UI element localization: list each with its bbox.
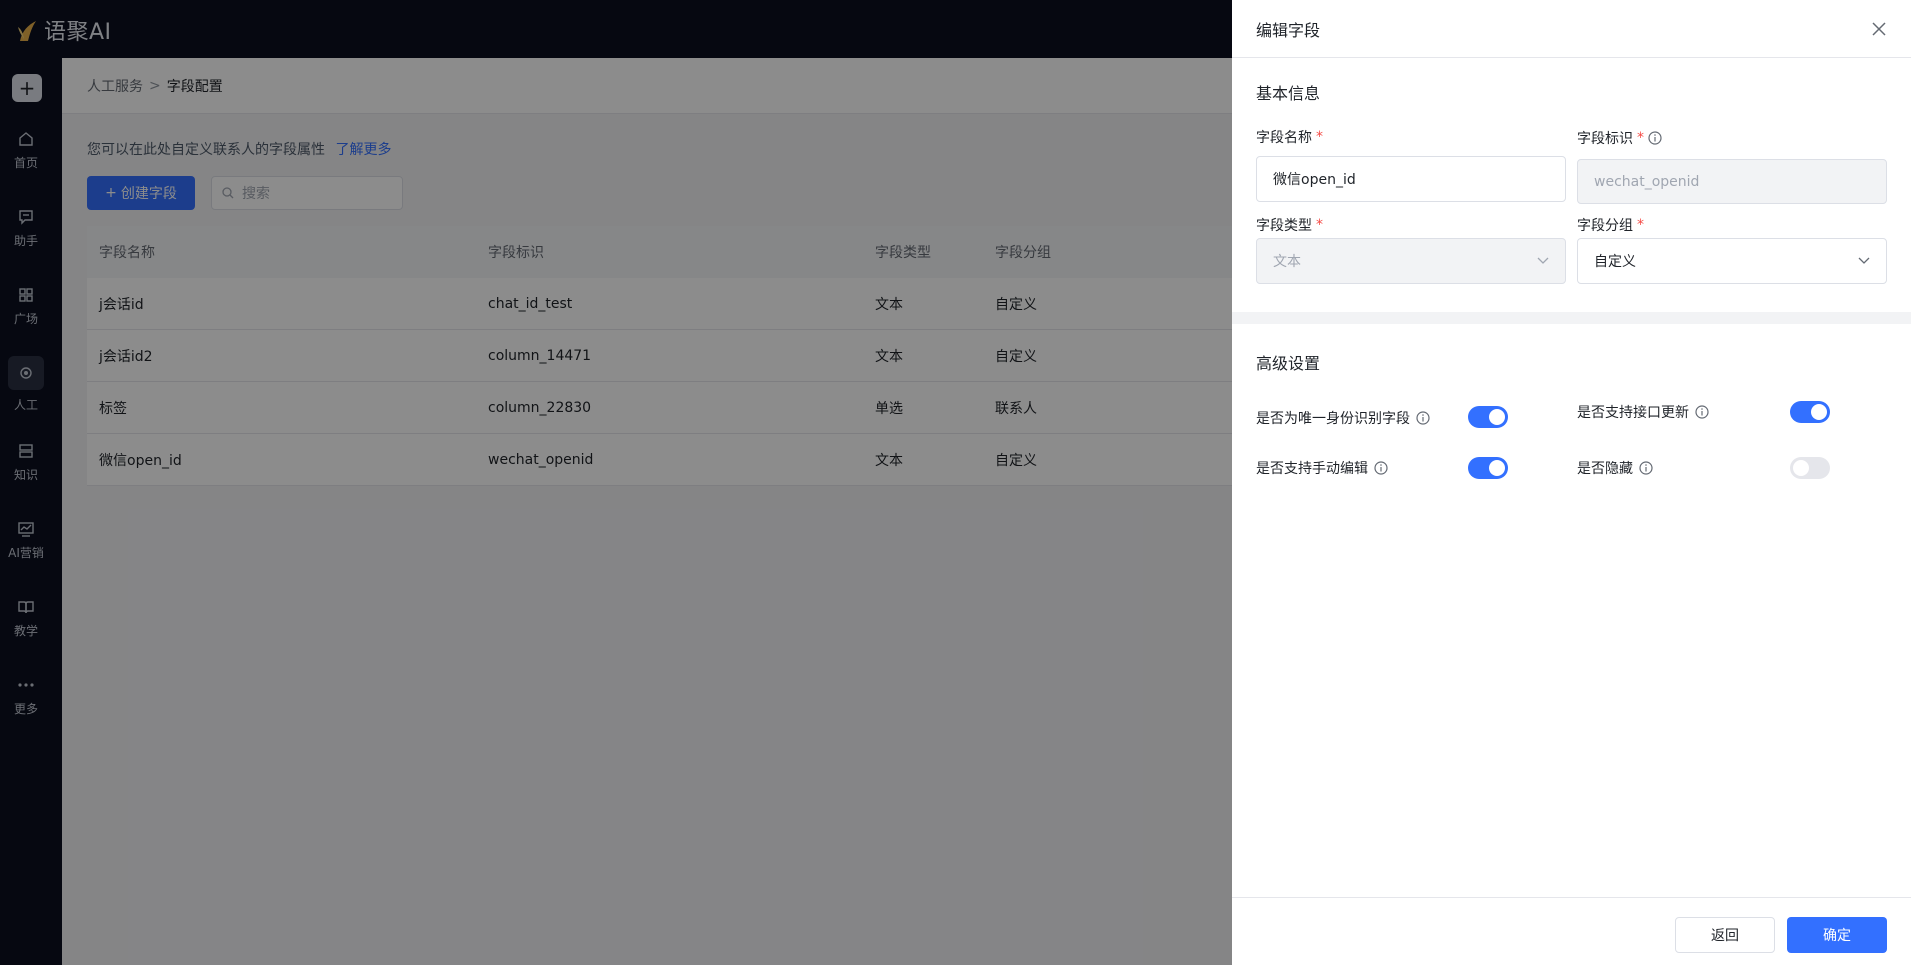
field-type-label-text: 字段类型	[1256, 218, 1312, 234]
field-name-label: 字段名称 *	[1256, 127, 1323, 147]
field-key-value: wechat_openid	[1594, 173, 1700, 190]
section-divider	[1232, 312, 1911, 324]
field-group-select[interactable]: 自定义	[1577, 238, 1887, 284]
field-key-label-text: 字段标识	[1577, 131, 1633, 147]
field-type-select: 文本	[1256, 238, 1566, 284]
field-key-label: 字段标识 *	[1577, 128, 1662, 148]
close-icon[interactable]	[1871, 21, 1887, 37]
drawer-title: 编辑字段	[1256, 20, 1321, 40]
manual-edit-toggle[interactable]	[1468, 457, 1508, 479]
hidden-label: 是否隐藏	[1577, 461, 1633, 477]
unique-id-toggle[interactable]	[1468, 406, 1508, 428]
info-icon[interactable]	[1695, 405, 1709, 419]
field-type-value: 文本	[1273, 254, 1301, 270]
advanced-settings-heading: 高级设置	[1256, 354, 1321, 373]
drawer-footer: 返回 确定	[1232, 897, 1911, 965]
field-group-label: 字段分组 *	[1577, 215, 1644, 235]
info-icon[interactable]	[1416, 411, 1430, 425]
toggle-knob	[1489, 460, 1505, 476]
manual-edit-label: 是否支持手动编辑	[1256, 461, 1368, 477]
toggle-knob	[1811, 404, 1827, 420]
unique-id-label: 是否为唯一身份识别字段	[1256, 411, 1410, 427]
field-name-input[interactable]: 微信open_id	[1256, 156, 1566, 202]
info-icon[interactable]	[1639, 461, 1653, 475]
api-update-label: 是否支持接口更新	[1577, 405, 1689, 421]
manual-edit-toggle-row: 是否支持手动编辑	[1256, 458, 1388, 478]
required-mark: *	[1316, 129, 1323, 145]
required-mark: *	[1316, 217, 1323, 233]
back-button[interactable]: 返回	[1675, 917, 1775, 953]
field-group-label-text: 字段分组	[1577, 218, 1633, 234]
info-icon[interactable]	[1374, 461, 1388, 475]
hidden-toggle-row: 是否隐藏	[1577, 458, 1653, 478]
field-name-label-text: 字段名称	[1256, 130, 1312, 146]
modal-overlay[interactable]	[0, 0, 1232, 965]
info-icon[interactable]	[1648, 131, 1662, 145]
drawer-header: 编辑字段	[1232, 0, 1911, 58]
api-update-toggle[interactable]	[1790, 401, 1830, 423]
chevron-down-icon	[1858, 257, 1870, 264]
field-key-input: wechat_openid	[1577, 159, 1887, 204]
chevron-down-icon	[1537, 257, 1549, 264]
hidden-toggle[interactable]	[1790, 457, 1830, 479]
edit-field-drawer: 编辑字段 基本信息 字段名称 * 微信open_id 字段标识 * wechat_o…	[1232, 0, 1911, 965]
toggle-knob	[1793, 460, 1809, 476]
field-name-value: 微信open_id	[1273, 172, 1356, 188]
required-mark: *	[1637, 130, 1644, 146]
toggle-knob	[1489, 409, 1505, 425]
api-update-toggle-row: 是否支持接口更新	[1577, 402, 1709, 422]
field-type-label: 字段类型 *	[1256, 215, 1323, 235]
field-group-value: 自定义	[1594, 254, 1636, 270]
required-mark: *	[1637, 217, 1644, 233]
confirm-button[interactable]: 确定	[1787, 917, 1887, 953]
unique-id-toggle-row: 是否为唯一身份识别字段	[1256, 408, 1430, 428]
basic-info-heading: 基本信息	[1256, 84, 1321, 103]
